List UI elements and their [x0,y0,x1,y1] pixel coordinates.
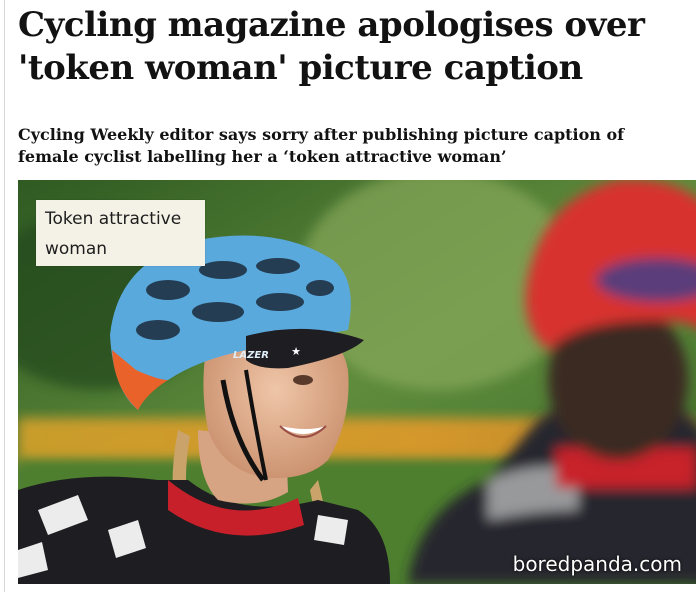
watermark: boredpanda.com [512,552,682,576]
caption-text: Token attractive woman [45,209,182,259]
headline: Cycling magazine apologises over 'token … [18,5,645,88]
article-photo: ★ LAZER Token attractive woman boredpand… [18,180,696,584]
helmet-brand-text: LAZER [233,350,269,361]
left-border-rule [4,0,5,592]
standfirst: Cycling Weekly editor says sorry after p… [18,125,625,166]
svg-text:★: ★ [291,345,301,358]
photo-caption-label: Token attractive woman [36,200,205,266]
